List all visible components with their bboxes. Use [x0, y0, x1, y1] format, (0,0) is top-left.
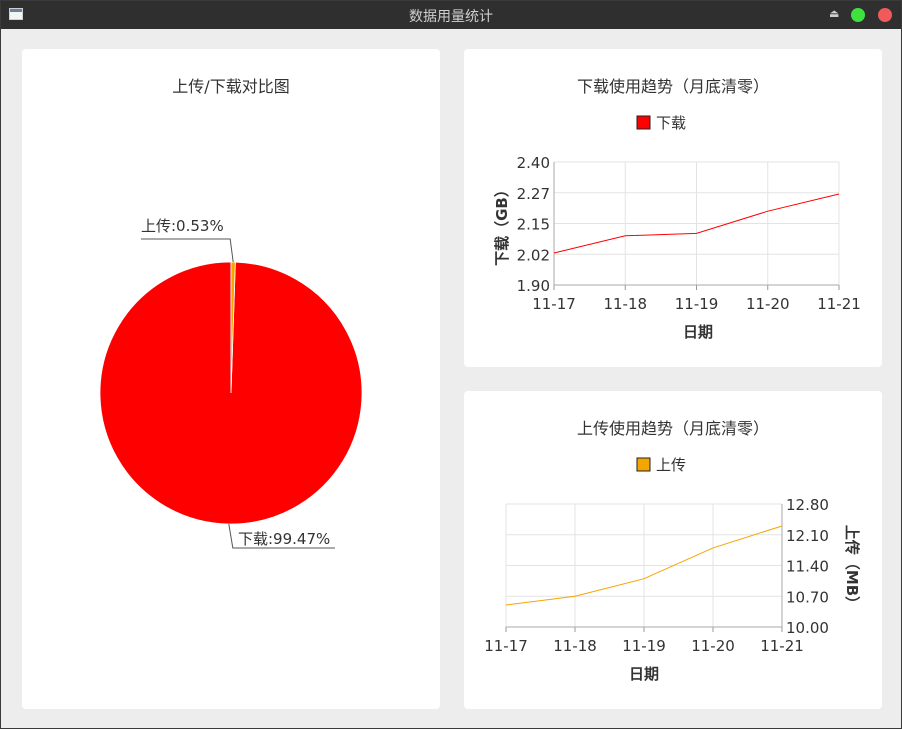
pie-chart-panel: 上传/下载对比图 上传:0.53% 下载:99.47%: [22, 49, 440, 709]
x-tick-label: 11-21: [817, 295, 861, 313]
x-tick-label: 11-18: [603, 295, 647, 313]
x-tick-label: 11-18: [553, 637, 597, 655]
y-tick-label: 1.90: [517, 277, 550, 295]
download-legend-label: 下载: [656, 114, 686, 132]
close-button[interactable]: [878, 8, 892, 22]
upload-y-axis-label: 上传（MB）: [843, 525, 861, 611]
upload-line-chart: 上传 12.80 12.10 11.40 10.70 10.00 11-17 11-18 1…: [484, 456, 861, 683]
y-tick-label: 11.40: [786, 558, 829, 576]
y-tick-label: 2.27: [517, 185, 550, 203]
download-chart-panel: 下载使用趋势（月底清零） 下载 2.40 2.27 2.15 2.02 1.90 11-…: [464, 49, 882, 367]
download-y-axis-label: 下载（GB）: [493, 182, 511, 266]
pie-label-upload: 上传:0.53%: [141, 217, 224, 235]
download-grid: [553, 161, 840, 290]
window-title: 数据用量统计: [409, 9, 493, 25]
download-x-axis-label: 日期: [683, 323, 713, 341]
x-tick-label: 11-17: [532, 295, 576, 313]
pie-chart: 上传:0.53% 下载:99.47%: [99, 217, 363, 549]
x-tick-label: 11-17: [484, 637, 528, 655]
upload-chart-panel: 上传使用趋势（月底清零） 上传 12.80 12.10 11.40 10.70 10.0…: [464, 391, 882, 709]
x-tick-label: 11-21: [760, 637, 804, 655]
download-legend-swatch: [636, 115, 651, 130]
title-bar[interactable]: 数据用量统计 ⏏: [1, 1, 901, 29]
y-tick-label: 2.02: [517, 246, 550, 264]
app-window: 数据用量统计 ⏏ 上传/下载对比图 上传:0.53% 下载:99.47% 下载使…: [0, 0, 902, 729]
upload-x-axis-label: 日期: [629, 665, 659, 683]
upload-legend-swatch: [636, 457, 651, 472]
y-tick-label: 2.40: [517, 154, 550, 172]
x-tick-label: 11-19: [675, 295, 719, 313]
x-tick-label: 11-20: [746, 295, 790, 313]
y-tick-label: 2.15: [517, 216, 550, 234]
y-tick-label: 12.80: [786, 496, 829, 514]
upload-legend-label: 上传: [656, 456, 686, 474]
y-tick-label: 12.10: [786, 527, 829, 545]
y-tick-label: 10.00: [786, 619, 829, 637]
eject-icon[interactable]: ⏏: [829, 7, 839, 20]
upload-grid: [505, 503, 783, 632]
maximize-button[interactable]: [851, 8, 865, 22]
x-tick-label: 11-19: [622, 637, 666, 655]
y-tick-label: 10.70: [786, 588, 829, 606]
upload-label-leader: [141, 238, 234, 263]
pie-label-download: 下载:99.47%: [238, 530, 330, 548]
x-tick-label: 11-20: [691, 637, 735, 655]
download-line-chart: 下载 2.40 2.27 2.15 2.02 1.90 11-17 11-18 11-19 1…: [493, 114, 861, 341]
